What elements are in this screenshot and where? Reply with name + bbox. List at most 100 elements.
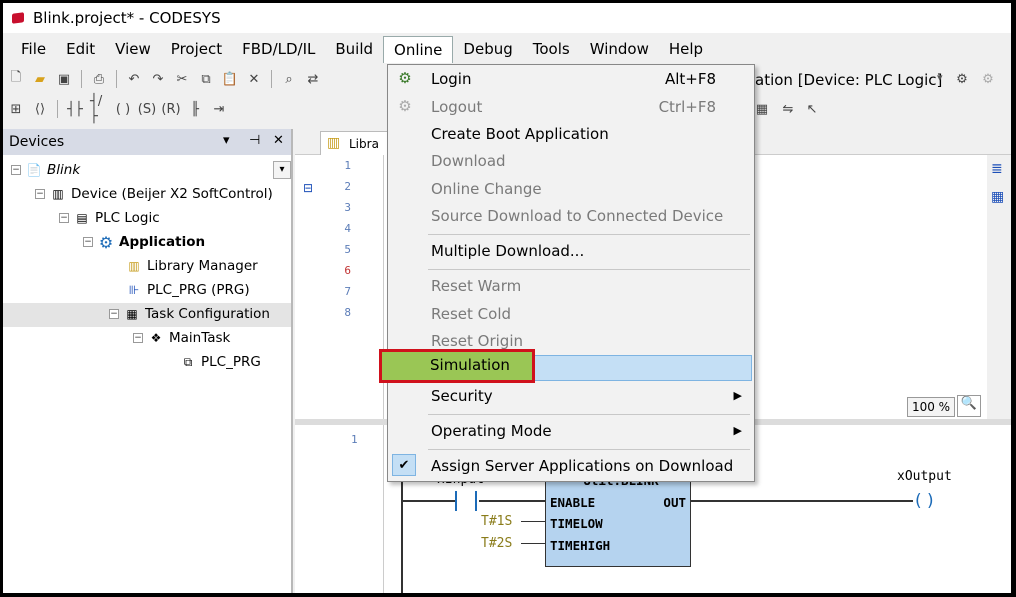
menu-item-assign-server-applications[interactable]: Assign Server Applications on Download — [388, 453, 754, 479]
negated-contact-icon[interactable]: ┤/├ — [90, 94, 108, 124]
editor-side-toolbar: ≣ ▦ — [987, 155, 1011, 425]
dropdown-arrow-icon[interactable]: ▾ — [937, 71, 943, 84]
tree-node-plc-logic[interactable]: − ▤ PLC Logic — [59, 207, 160, 229]
active-application-selector[interactable]: ation [Device: PLC Logic] — [755, 71, 942, 89]
grid-icon[interactable]: ▦ — [753, 100, 771, 118]
open-folder-icon[interactable]: ▰ — [31, 70, 49, 88]
contact-left-bar[interactable] — [455, 491, 459, 511]
rung-wire — [691, 500, 913, 502]
branch-icon[interactable]: ⇋ — [779, 100, 797, 118]
arrow-tool-icon[interactable]: ↖ — [803, 100, 821, 118]
menu-item-download[interactable]: Download — [388, 148, 754, 174]
menu-item-login[interactable]: Login Alt+F8 — [388, 66, 754, 92]
tree-label: PLC_PRG (PRG) — [147, 282, 250, 298]
tree-dropdown-icon[interactable]: ▾ — [273, 161, 291, 179]
rung-wire — [401, 500, 455, 502]
menu-file[interactable]: File — [11, 36, 56, 62]
collapse-toggle[interactable]: − — [83, 237, 93, 247]
menu-item-security[interactable]: Security ▶ — [388, 383, 754, 409]
textual-view-icon[interactable]: ≣ — [991, 161, 1003, 177]
menu-item-source-download[interactable]: Source Download to Connected Device — [388, 203, 754, 229]
tree-node-maintask[interactable]: − ❖ MainTask — [133, 327, 230, 349]
window-title: Blink.project* - CODESYS — [33, 9, 221, 27]
menu-build[interactable]: Build — [325, 36, 383, 62]
blink-function-block[interactable]: Util.BLINK ENABLE OUT TIMELOW TIMEHIGH — [545, 472, 691, 567]
menu-window[interactable]: Window — [580, 36, 659, 62]
cut-icon[interactable]: ✂ — [173, 70, 191, 88]
set-coil-icon[interactable]: (S) — [138, 100, 156, 118]
find-icon[interactable]: ⌕ — [280, 70, 298, 88]
panel-menu-icon[interactable]: ▾ — [223, 133, 230, 148]
rung-wire — [479, 500, 545, 502]
timelow-value[interactable]: T#1S — [481, 514, 512, 529]
tree-node-task-config[interactable]: − ▦ Task Configuration — [109, 303, 270, 325]
menu-project[interactable]: Project — [161, 36, 232, 62]
tree-node-plc-prg-call[interactable]: ⧉ PLC_PRG — [179, 351, 261, 373]
tree-node-device[interactable]: − ▥ Device (Beijer X2 SoftControl) — [35, 183, 273, 205]
save-icon[interactable]: ▣ — [55, 70, 73, 88]
menu-view[interactable]: View — [105, 36, 161, 62]
menu-fbd-ld-il[interactable]: FBD/LD/IL — [232, 36, 325, 62]
zoom-level[interactable]: 100 % — [907, 397, 955, 417]
input-wire — [521, 521, 545, 522]
menu-online[interactable]: Online — [383, 35, 454, 63]
paste-icon[interactable]: 📋 — [221, 70, 239, 88]
codesys-window: Blink.project* - CODESYS File Edit View … — [3, 3, 1011, 593]
undo-icon[interactable]: ↶ — [125, 70, 143, 88]
tree-node-plc-prg[interactable]: ⊪ PLC_PRG (PRG) — [125, 279, 250, 301]
menu-help[interactable]: Help — [659, 36, 713, 62]
output-coil[interactable]: ( ) — [915, 491, 934, 511]
contact-icon[interactable]: ┤├ — [66, 100, 84, 118]
menu-item-reset-cold[interactable]: Reset Cold — [388, 301, 754, 327]
menu-tools[interactable]: Tools — [523, 36, 580, 62]
ladder-network-icon[interactable]: ⊞ — [7, 100, 25, 118]
collapse-toggle[interactable]: − — [35, 189, 45, 199]
menu-item-online-change[interactable]: Online Change — [388, 176, 754, 202]
parallel-contact-icon[interactable]: ╟ — [186, 100, 204, 118]
collapse-toggle[interactable]: − — [11, 165, 21, 175]
tree-node-application[interactable]: − ⚙ Application — [83, 231, 205, 253]
menu-debug[interactable]: Debug — [453, 36, 522, 62]
line-number: 7 — [344, 285, 351, 298]
line-number: 1 — [344, 159, 351, 172]
replace-icon[interactable]: ⇄ — [304, 70, 322, 88]
collapse-toggle[interactable]: − — [59, 213, 69, 223]
print-icon[interactable]: ⎙ — [90, 70, 108, 88]
reset-coil-icon[interactable]: (R) — [161, 100, 180, 118]
menu-item-logout[interactable]: Logout Ctrl+F8 — [388, 94, 754, 120]
jump-icon[interactable]: ⇥ — [210, 100, 228, 118]
collapse-toggle[interactable]: − — [133, 333, 143, 343]
codesys-logo-icon — [11, 11, 25, 25]
zoom-magnifier-icon[interactable]: 🔍 — [957, 395, 981, 417]
line-number-gutter: 1 2 3 4 5 6 7 8 — [305, 155, 355, 445]
menu-item-label: Security — [431, 387, 493, 405]
menu-item-multiple-download[interactable]: Multiple Download... — [388, 238, 754, 264]
login-gear-icon[interactable]: ⚙ — [953, 70, 971, 88]
plc-logic-icon: ▤ — [76, 211, 88, 225]
copy-icon[interactable]: ⧉ — [197, 70, 215, 88]
tree-node-library-manager[interactable]: ▥ Library Manager — [125, 255, 257, 277]
collapse-toggle[interactable]: − — [109, 309, 119, 319]
menu-item-create-boot-application[interactable]: Create Boot Application — [388, 121, 754, 147]
menu-separator — [428, 269, 750, 270]
menu-edit[interactable]: Edit — [56, 36, 105, 62]
logout-gear-icon[interactable]: ⚙ — [979, 70, 997, 88]
menu-item-label: Operating Mode — [431, 422, 552, 440]
tree-node-project[interactable]: − 📄 Blink — [11, 159, 80, 181]
pin-icon[interactable]: ⊣ — [249, 133, 260, 148]
tab-label: Libra — [349, 137, 379, 151]
close-panel-icon[interactable]: ✕ — [273, 133, 284, 148]
menu-item-reset-warm[interactable]: Reset Warm — [388, 273, 754, 299]
menu-item-operating-mode[interactable]: Operating Mode ▶ — [388, 418, 754, 444]
delete-icon[interactable]: ✕ — [245, 70, 263, 88]
redo-icon[interactable]: ↷ — [149, 70, 167, 88]
coil-icon[interactable]: ( ) — [114, 100, 132, 118]
timehigh-value[interactable]: T#2S — [481, 536, 512, 551]
box-icon[interactable]: ⟨⟩ — [31, 100, 49, 118]
tabular-view-icon[interactable]: ▦ — [991, 189, 1004, 205]
submenu-arrow-icon: ▶ — [733, 389, 742, 402]
task-icon: ❖ — [150, 331, 162, 345]
new-project-icon[interactable]: 🗋 — [7, 70, 25, 88]
project-icon: 📄 — [26, 163, 42, 177]
simulation-annotation-box[interactable]: Simulation — [379, 349, 535, 383]
